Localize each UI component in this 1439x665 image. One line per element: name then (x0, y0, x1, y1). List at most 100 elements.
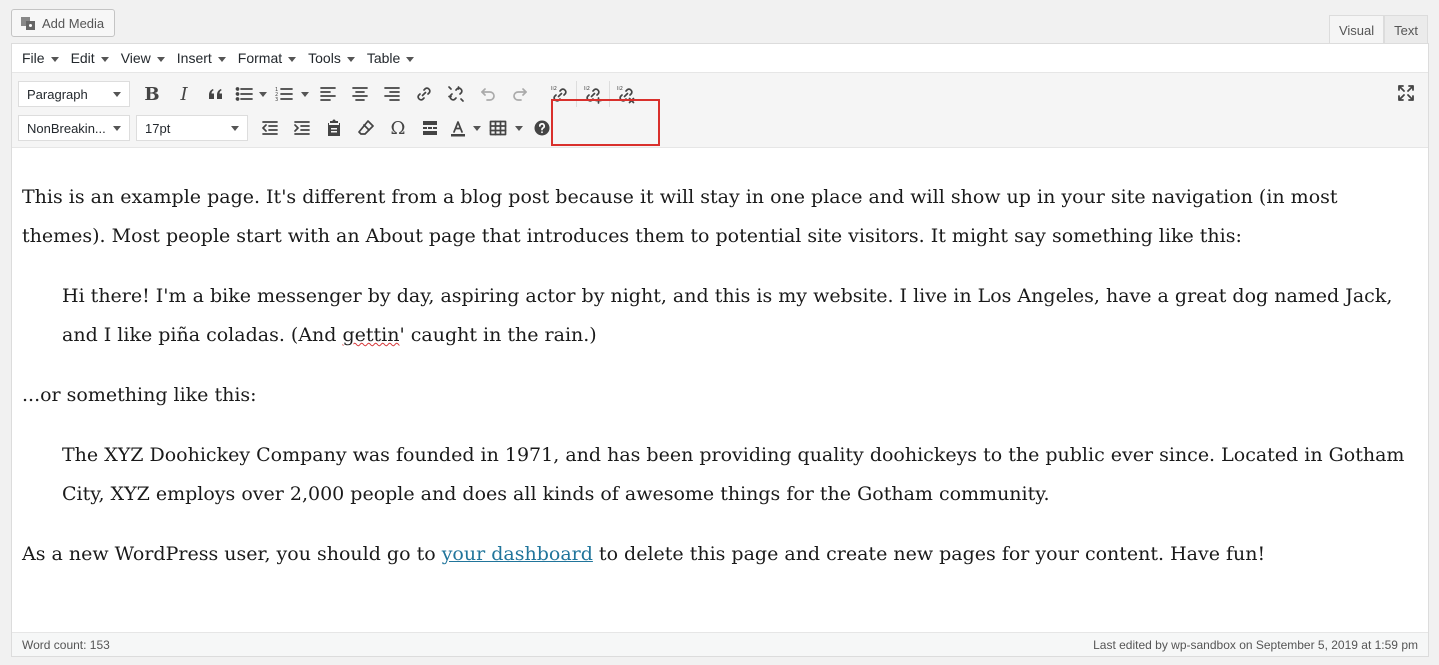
redo-button[interactable] (504, 80, 536, 108)
align-right-icon (384, 87, 400, 101)
bold-button[interactable]: B (136, 80, 168, 108)
chevron-down-icon (473, 125, 481, 131)
insert-more-button[interactable] (414, 114, 446, 142)
menu-table-label: Table (366, 50, 401, 66)
unlink-icon (448, 86, 464, 102)
outdent-icon (262, 121, 278, 135)
redo-icon (513, 88, 527, 101)
chevron-down-icon (346, 56, 355, 62)
quote-icon (209, 89, 222, 99)
align-left-icon (320, 87, 336, 101)
menu-view[interactable]: View (115, 44, 171, 72)
menu-view-label: View (120, 50, 151, 66)
svg-text:3: 3 (275, 97, 278, 103)
clipboard-icon (328, 119, 340, 136)
italic-icon: I (180, 83, 188, 105)
chevron-down-icon (217, 56, 226, 62)
word-count: Word count: 153 (22, 637, 110, 652)
indent-button[interactable] (286, 114, 318, 142)
menu-edit-label: Edit (70, 50, 95, 66)
special-character-button[interactable]: Ω (382, 114, 414, 142)
dashboard-link[interactable]: your dashboard (442, 543, 593, 565)
indent-icon (294, 121, 310, 135)
last-edited: Last edited by wp-sandbox on September 5… (1093, 637, 1418, 652)
misspelled-word: gettin (342, 324, 400, 346)
menu-format[interactable]: Format (232, 44, 302, 72)
toolbar: Paragraph B I 123 li2 li2 li2 NonBreakin… (12, 73, 1428, 148)
chevron-down-icon (288, 56, 297, 62)
align-center-button[interactable] (344, 80, 376, 108)
editor-frame: File Edit View Insert Format Tools Table… (11, 43, 1429, 657)
table-dropdown[interactable] (512, 114, 526, 142)
dashboard-text: As a new WordPress user, you should go t… (22, 543, 442, 565)
menu-insert[interactable]: Insert (171, 44, 232, 72)
paragraph-format-value: Paragraph (27, 86, 88, 102)
status-bar: Word count: 153 Last edited by wp-sandbo… (12, 632, 1428, 656)
chevron-down-icon (156, 56, 165, 62)
help-icon (534, 120, 550, 136)
menubar: File Edit View Insert Format Tools Table (12, 44, 1428, 73)
menu-file-label: File (22, 50, 45, 66)
chevron-down-icon (113, 125, 121, 131)
chevron-down-icon (259, 91, 267, 97)
toolbar-row-1: Paragraph B I 123 li2 li2 li2 (18, 77, 1422, 111)
font-family-value: NonBreakin... (27, 120, 106, 136)
fullscreen-icon (1398, 85, 1414, 101)
paragraph-dashboard: As a new WordPress user, you should go t… (22, 535, 1418, 574)
bullet-list-dropdown[interactable] (256, 80, 270, 108)
menu-table[interactable]: Table (361, 44, 420, 72)
font-size-select[interactable]: 17pt (136, 115, 248, 141)
menu-tools[interactable]: Tools (302, 44, 361, 72)
insert-link-button[interactable] (408, 80, 440, 108)
table-button[interactable] (484, 114, 512, 142)
blockquote-button[interactable] (200, 80, 232, 108)
table-icon (489, 120, 507, 136)
bold-icon: B (144, 83, 160, 105)
fullscreen-button[interactable] (1390, 79, 1422, 107)
text-color-icon (451, 121, 465, 137)
link-icon (417, 87, 431, 101)
paragraph-or: ...or something like this: (22, 384, 257, 406)
omega-icon: Ω (390, 117, 406, 139)
chevron-down-icon (515, 125, 523, 131)
tab-text[interactable]: Text (1384, 15, 1428, 44)
text-color-button[interactable] (446, 114, 470, 142)
media-icon (21, 17, 35, 30)
svg-text:li2: li2 (584, 86, 590, 92)
quote1-text: Hi there! I'm a bike messenger by day, a… (62, 285, 1393, 346)
align-right-button[interactable] (376, 80, 408, 108)
chevron-down-icon (301, 91, 309, 97)
outdent-button[interactable] (254, 114, 286, 142)
undo-icon (481, 88, 495, 101)
text-color-dropdown[interactable] (470, 114, 484, 142)
chevron-down-icon (406, 56, 415, 62)
quote-bike-messenger: Hi there! I'm a bike messenger by day, a… (62, 277, 1418, 355)
add-media-button[interactable]: Add Media (11, 9, 115, 37)
menu-format-label: Format (237, 50, 283, 66)
undo-button[interactable] (472, 80, 504, 108)
chevron-down-icon (231, 125, 239, 131)
align-center-icon (352, 87, 368, 101)
align-left-button[interactable] (312, 80, 344, 108)
paragraph-format-select[interactable]: Paragraph (18, 81, 130, 107)
read-more-icon (423, 121, 437, 135)
numbered-list-dropdown[interactable] (298, 80, 312, 108)
italic-button[interactable]: I (168, 80, 200, 108)
editor-tabs: Visual Text (1328, 15, 1428, 44)
paste-text-button[interactable] (318, 114, 350, 142)
unlink-button[interactable] (440, 80, 472, 108)
menu-edit[interactable]: Edit (65, 44, 115, 72)
menu-file[interactable]: File (16, 44, 65, 72)
tab-visual[interactable]: Visual (1328, 15, 1385, 44)
bullet-list-button[interactable] (232, 80, 256, 108)
numbered-list-button[interactable]: 123 (270, 80, 298, 108)
wp-editor-screen: Add Media Visual Text File Edit View Ins… (0, 0, 1439, 665)
highlight-box (551, 99, 660, 146)
clear-formatting-button[interactable] (350, 114, 382, 142)
add-media-label: Add Media (42, 15, 105, 31)
editor-content[interactable]: This is an example page. It's different … (12, 148, 1428, 574)
svg-text:li2: li2 (617, 86, 623, 92)
quote1-text-end: ' caught in the rain.) (399, 324, 597, 346)
font-family-select[interactable]: NonBreakin... (18, 115, 130, 141)
chevron-down-icon (100, 56, 109, 62)
